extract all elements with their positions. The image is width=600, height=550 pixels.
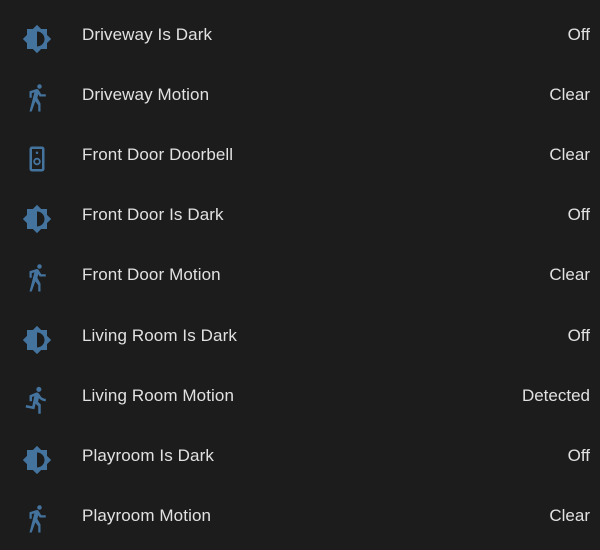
entity-row-driveway-motion[interactable]: Driveway Motion Clear	[0, 68, 600, 128]
brightness-icon	[22, 445, 52, 475]
walk-icon	[22, 264, 52, 294]
entity-row-playroom-motion[interactable]: Playroom Motion Clear	[0, 489, 600, 549]
walk-icon	[22, 505, 52, 535]
entity-name: Front Door Motion	[82, 265, 221, 284]
entity-name: Playroom Motion	[82, 506, 212, 525]
entity-name: Front Door Is Dark	[82, 205, 224, 224]
brightness-icon	[22, 24, 52, 54]
entity-state: Off	[567, 25, 590, 44]
brightness-icon	[22, 325, 52, 355]
entity-row-driveway-is-dark[interactable]: Driveway Is Dark Off	[0, 8, 600, 68]
entity-list: Driveway Is Dark Off Driveway Motion Cle…	[0, 0, 600, 550]
entity-state: Off	[567, 446, 590, 465]
entity-row-front-door-motion[interactable]: Front Door Motion Clear	[0, 248, 600, 308]
entity-name: Living Room Is Dark	[82, 326, 237, 345]
entity-state: Detected	[521, 386, 590, 405]
entity-name: Front Door Doorbell	[82, 145, 234, 164]
entity-state: Clear	[549, 145, 590, 164]
entity-state: Clear	[549, 85, 590, 104]
entity-row-living-room-motion[interactable]: Living Room Motion Detected	[0, 369, 600, 429]
entity-row-living-room-is-dark[interactable]: Living Room Is Dark Off	[0, 309, 600, 369]
entity-state: Clear	[549, 506, 590, 525]
entity-row-front-door-doorbell[interactable]: Front Door Doorbell Clear	[0, 128, 600, 188]
entity-name: Living Room Motion	[82, 386, 235, 405]
entity-state: Clear	[549, 265, 590, 284]
entity-name: Driveway Is Dark	[82, 25, 213, 44]
doorbell-icon	[22, 144, 52, 174]
entity-state: Off	[567, 326, 590, 345]
entity-state: Off	[567, 205, 590, 224]
walk-icon	[22, 84, 52, 114]
entity-name: Playroom Is Dark	[82, 446, 214, 465]
entity-row-front-door-is-dark[interactable]: Front Door Is Dark Off	[0, 188, 600, 248]
entity-row-playroom-is-dark[interactable]: Playroom Is Dark Off	[0, 429, 600, 489]
brightness-icon	[22, 204, 52, 234]
run-icon	[22, 385, 52, 415]
entity-name: Driveway Motion	[82, 85, 210, 104]
